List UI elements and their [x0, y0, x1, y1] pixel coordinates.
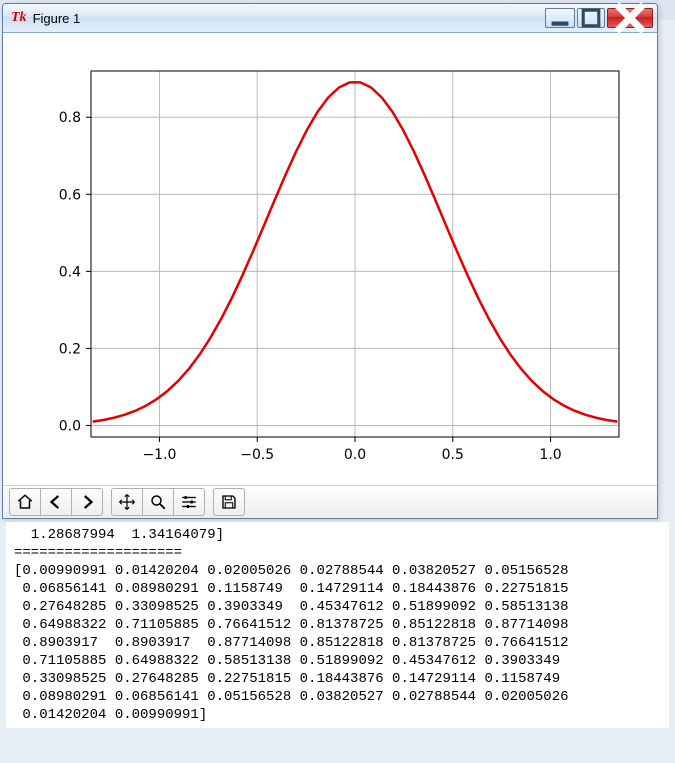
home-button[interactable]: [9, 488, 41, 516]
svg-text:−1.0: −1.0: [142, 447, 176, 463]
svg-text:0.8: 0.8: [59, 110, 81, 126]
svg-text:−0.5: −0.5: [240, 447, 274, 463]
chart: −1.0 −0.5 0.0 0.5 1.0 0.0 0.2 0.4 0.6 0.8: [3, 33, 655, 485]
magnify-icon: [149, 493, 167, 511]
titlebar[interactable]: Tk Figure 1: [3, 4, 657, 33]
save-button[interactable]: [213, 488, 245, 516]
svg-text:0.6: 0.6: [59, 187, 81, 203]
home-icon: [16, 493, 34, 511]
pan-button[interactable]: [111, 488, 143, 516]
svg-text:0.0: 0.0: [59, 418, 81, 434]
svg-text:0.4: 0.4: [59, 264, 81, 280]
move-icon: [118, 493, 136, 511]
console-output: 1.28687994 1.34164079] =================…: [6, 522, 669, 728]
arrow-left-icon: [47, 493, 65, 511]
matplotlib-toolbar: [3, 485, 657, 518]
minimize-button[interactable]: [545, 8, 575, 28]
maximize-button[interactable]: [577, 8, 605, 28]
svg-text:0.2: 0.2: [59, 341, 81, 357]
svg-text:0.5: 0.5: [442, 447, 464, 463]
configure-button[interactable]: [174, 488, 205, 516]
sliders-icon: [180, 493, 198, 511]
forward-button[interactable]: [72, 488, 103, 516]
plot-canvas[interactable]: −1.0 −0.5 0.0 0.5 1.0 0.0 0.2 0.4 0.6 0.8: [3, 33, 657, 485]
back-button[interactable]: [41, 488, 72, 516]
svg-text:1.0: 1.0: [539, 447, 561, 463]
figure-window: Tk Figure 1 −1.0 −0.5 0.0 0.5 1.0 0.0 0.2 0.4 0.…: [2, 3, 658, 519]
zoom-button[interactable]: [143, 488, 174, 516]
arrow-right-icon: [78, 493, 96, 511]
close-button[interactable]: [607, 8, 653, 28]
floppy-icon: [220, 493, 238, 511]
svg-text:0.0: 0.0: [344, 447, 366, 463]
tk-logo-icon: Tk: [11, 10, 27, 26]
window-title: Figure 1: [33, 11, 545, 26]
